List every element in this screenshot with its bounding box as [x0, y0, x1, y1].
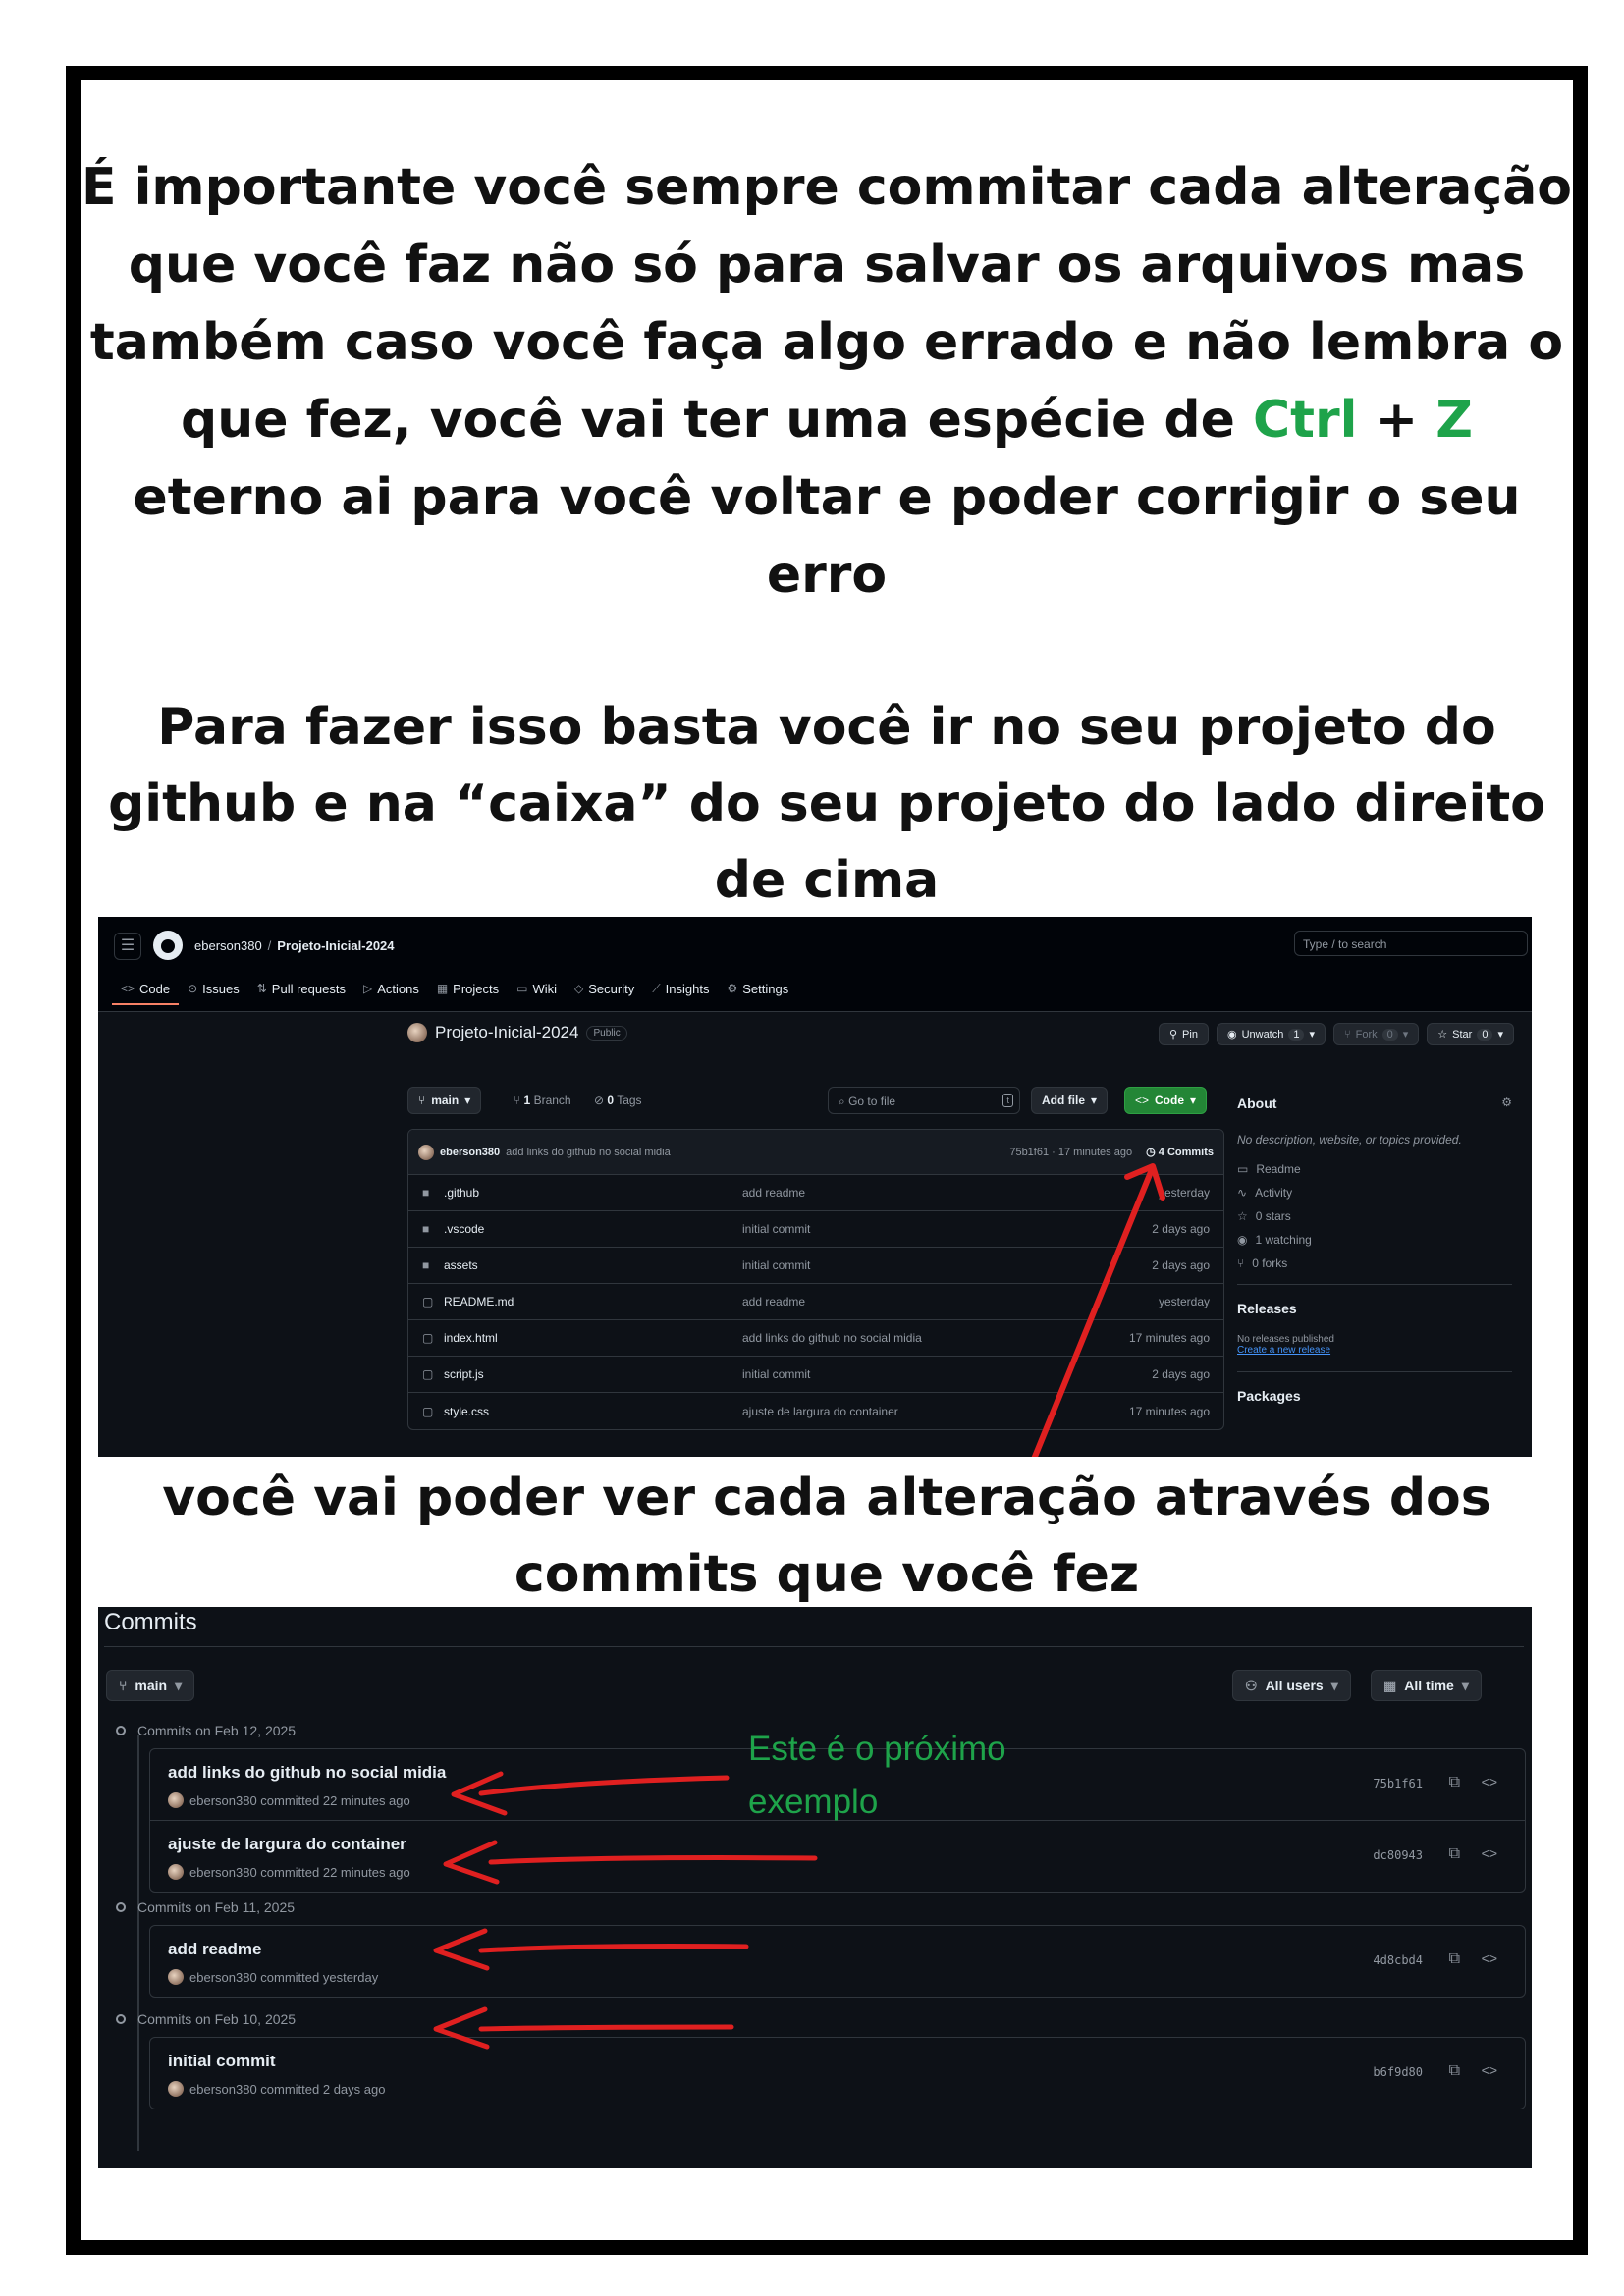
arrow-2-shaft: [488, 1854, 818, 1865]
z-highlight: Z: [1435, 391, 1473, 450]
commits-screenshot: Commits ⑂ main ▾ ⚇ All users ▾ ▦ All time ▾ Co…: [98, 1607, 1532, 2168]
commits-paragraph: você vai poder ver cada alteração atravé…: [162, 1468, 1491, 1604]
arrow-1-shaft: [478, 1775, 730, 1796]
arrow-3-shaft: [478, 1943, 749, 1953]
ctrl-highlight: Ctrl: [1252, 391, 1358, 450]
repo-screenshot: ☰ eberson380/Projeto-Inicial-2024 Type /…: [98, 917, 1532, 1457]
intro-text-end: eterno ai para você voltar e poder corri…: [133, 468, 1521, 605]
page-frame: É importante você sempre commitar cada a…: [66, 66, 1588, 2255]
arrow-4-shaft: [478, 2024, 734, 2032]
plus-text: +: [1357, 391, 1436, 450]
intro-paragraph: É importante você sempre commitar cada a…: [81, 149, 1573, 614]
red-arrows-annotation: [433, 1771, 818, 2050]
arrow-shaft: [1031, 1169, 1154, 1457]
red-arrow-annotation: [1031, 1163, 1165, 1457]
instruction-paragraph: Para fazer isso basta você ir no seu pro…: [108, 698, 1545, 910]
